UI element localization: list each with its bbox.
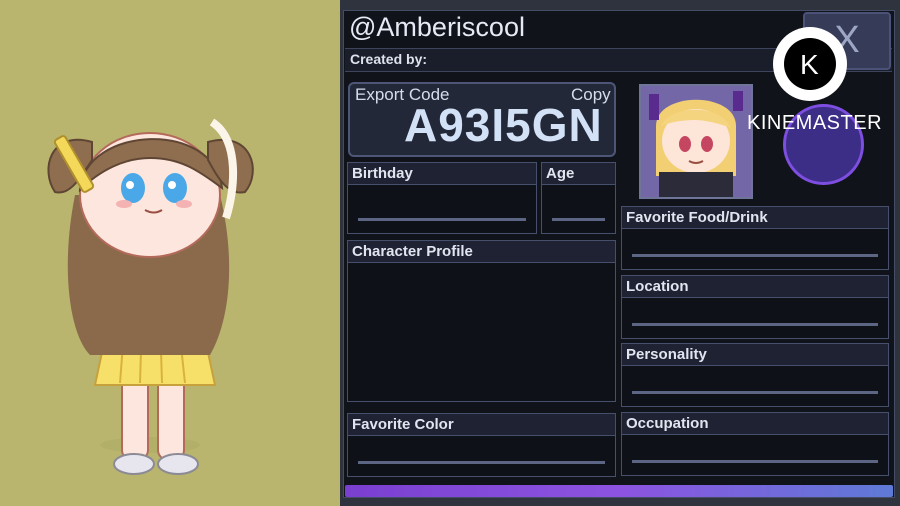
export-code-value: A93I5GN [404,99,603,151]
accent-bar [345,485,893,497]
favorite-color-input-line [358,461,605,464]
avatar [639,84,753,199]
avatar-character-image [641,86,751,197]
character-profile-label: Character Profile [348,241,615,263]
location-label: Location [622,276,888,298]
favorite-color-field[interactable]: Favorite Color [347,413,616,477]
personality-label: Personality [622,344,888,366]
age-input-line [552,218,605,221]
birthday-input-line [358,218,526,221]
age-field[interactable]: Age [541,162,616,234]
created-by-label: Created by: [350,51,428,67]
kinemaster-logo-icon: K [773,27,847,101]
birthday-field[interactable]: Birthday [347,162,537,234]
age-label: Age [542,163,615,185]
username-title: @Amberiscool [349,12,525,42]
character-profile-field[interactable]: Character Profile [347,240,616,402]
kinemaster-watermark-text: KINEMASTER [747,112,883,134]
occupation-input-line [632,460,878,463]
character-illustration: # [47,118,254,475]
favorite-food-label: Favorite Food/Drink [622,207,888,229]
svg-text:K: K [800,49,819,80]
birthday-label: Birthday [348,163,536,185]
personality-field[interactable]: Personality [621,343,889,407]
location-field[interactable]: Location [621,275,889,339]
personality-input-line [632,391,878,394]
occupation-label: Occupation [622,413,888,435]
location-input-line [632,323,878,326]
occupation-field[interactable]: Occupation [621,412,889,476]
favorite-food-field[interactable]: Favorite Food/Drink [621,206,889,270]
favorite-food-input-line [632,254,878,257]
favorite-color-label: Favorite Color [348,414,615,436]
